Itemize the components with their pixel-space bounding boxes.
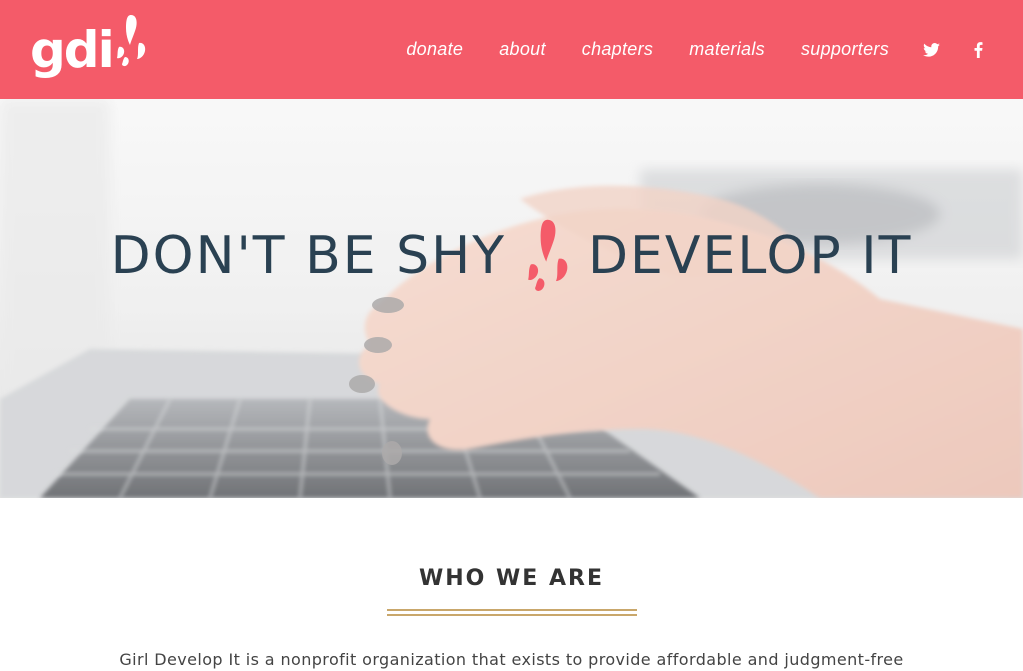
nav-chapters[interactable]: chapters <box>582 39 653 60</box>
hero-headline: DON'T BE SHY DEVELOP IT <box>0 217 1023 295</box>
site-header: gdi donate about chapters materials supp… <box>0 0 1023 99</box>
hero-background-image <box>0 99 1023 498</box>
nav-about[interactable]: about <box>499 39 546 60</box>
section-divider <box>387 614 637 616</box>
logo-text: gdi <box>30 21 115 79</box>
twitter-icon[interactable] <box>923 42 940 57</box>
intro-paragraph: Girl Develop It is a nonprofit organizat… <box>119 650 904 669</box>
gdi-logo[interactable]: gdi <box>30 14 149 80</box>
splash-icon <box>524 217 574 295</box>
hero-banner: DON'T BE SHY DEVELOP IT <box>0 99 1023 498</box>
nav-materials[interactable]: materials <box>689 39 765 60</box>
nav-supporters[interactable]: supporters <box>801 39 889 60</box>
hero-headline-right: DEVELOP IT <box>588 226 913 286</box>
section-divider <box>387 609 637 611</box>
main-nav: donate about chapters materials supporte… <box>370 0 983 99</box>
facebook-icon[interactable] <box>974 41 983 58</box>
hero-headline-left: DON'T BE SHY <box>110 226 507 286</box>
section-title-who-we-are: WHO WE ARE <box>419 566 604 591</box>
nav-donate[interactable]: donate <box>406 39 463 60</box>
logo-splash-icon <box>115 13 149 74</box>
